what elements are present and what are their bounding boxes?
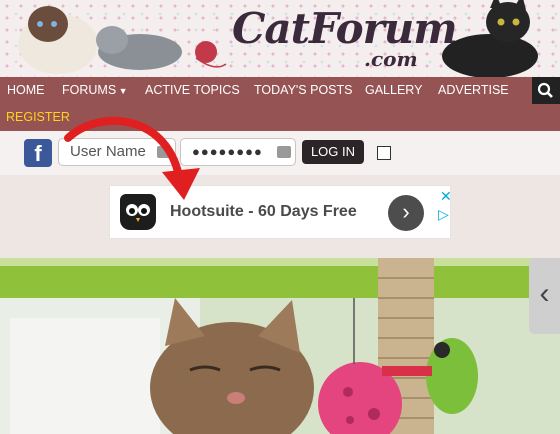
nav-advertise[interactable]: ADVERTISE <box>438 83 509 97</box>
header-cats-art <box>18 6 227 74</box>
site-logo[interactable]: CatForum <box>232 4 458 53</box>
nav-home[interactable]: HOME <box>7 83 45 97</box>
site-header: CatForum .com <box>0 0 560 77</box>
nav-forums-label: FORUMS <box>62 83 117 97</box>
nav-forums[interactable]: FORUMS ▼ <box>62 83 128 97</box>
chevron-left-icon: ‹ <box>539 277 550 310</box>
nav-gallery[interactable]: GALLERY <box>365 83 422 97</box>
remember-me-checkbox[interactable] <box>377 146 391 160</box>
site-logo-domain: .com <box>364 47 418 71</box>
login-button[interactable]: LOG IN <box>302 140 364 164</box>
search-icon <box>537 82 553 98</box>
facebook-login-button[interactable]: f <box>24 139 52 167</box>
header-black-cat-art <box>442 0 538 77</box>
hero-slideshow[interactable] <box>0 258 560 434</box>
chevron-down-icon: ▼ <box>116 86 128 96</box>
nav-active-topics[interactable]: ACTIVE TOPICS <box>145 83 240 97</box>
ad-close-icon[interactable]: ✕ <box>440 188 452 205</box>
nav-todays-posts[interactable]: TODAY'S POSTS <box>254 83 352 97</box>
autofill-key-icon <box>277 146 291 158</box>
annotation-arrow-icon <box>64 116 200 200</box>
hero-cat-photo <box>0 258 560 434</box>
search-button[interactable] <box>532 77 560 104</box>
chevron-right-icon: › <box>402 199 410 224</box>
ad-text: Hootsuite - 60 Days Free <box>170 203 357 220</box>
ad-next-button[interactable]: › <box>388 195 424 231</box>
adchoices-icon[interactable]: ▷ <box>438 206 449 223</box>
slider-prev-button[interactable]: ‹ <box>529 258 560 334</box>
